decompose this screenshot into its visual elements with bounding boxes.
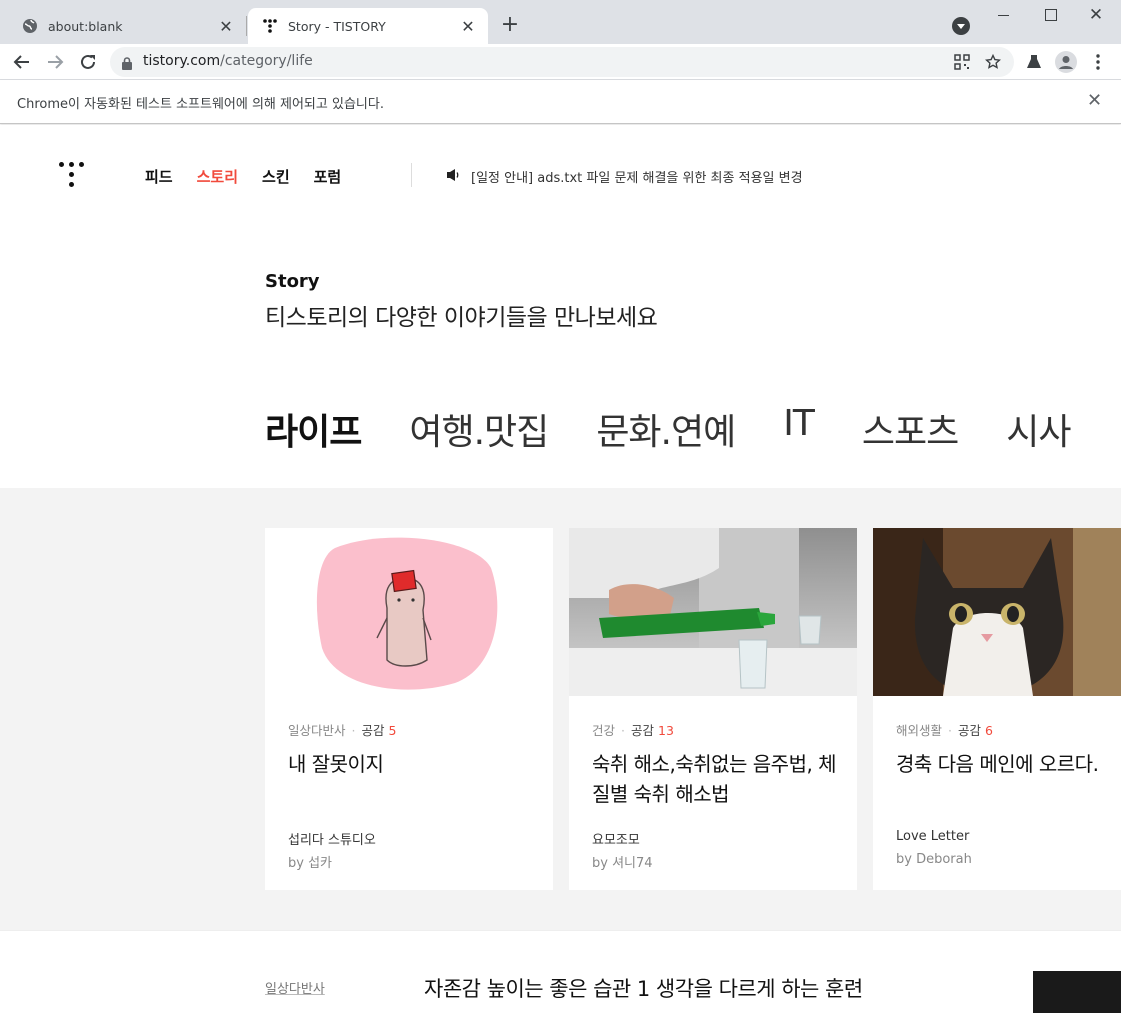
tab-divider (246, 16, 247, 36)
nav-story[interactable]: 스토리 (197, 166, 238, 187)
nav-divider (411, 163, 412, 187)
notice-link[interactable]: [일정 안내] ads.txt 파일 문제 해결을 위한 최종 적용일 변경 (446, 167, 803, 186)
page-content: 피드 스토리 스킨 포럼 [일정 안내] ads.txt 파일 문제 해결을 위… (0, 125, 1121, 1013)
infobar-message: Chrome이 자동화된 테스트 소프트웨어에 의해 제어되고 있습니다. (17, 97, 384, 112)
url-host: tistory.com (143, 53, 221, 69)
card-thumbnail (569, 528, 857, 696)
featured-section: 일상다반사 · 공감 5 내 잘못이지 섭리다 스튜디오 by 섭카 건강 · … (0, 488, 1121, 930)
forward-button[interactable] (43, 50, 67, 74)
category-tab-it[interactable]: IT (783, 403, 815, 455)
card-blog-name[interactable]: 요모조모 (592, 829, 640, 848)
new-tab-button[interactable]: + (498, 14, 522, 38)
close-tab-icon[interactable]: ✕ (218, 17, 234, 36)
card-category[interactable]: 해외생활 (896, 723, 942, 738)
tistory-logo[interactable] (59, 162, 89, 192)
card-thumbnail (265, 528, 553, 696)
tab-search-icon[interactable] (952, 17, 970, 35)
card-author: by Deborah (896, 852, 972, 867)
close-tab-icon[interactable]: ✕ (460, 17, 476, 36)
nav-forum[interactable]: 포럼 (314, 166, 342, 187)
card-title[interactable]: 내 잘못이지 (288, 749, 533, 779)
browser-tabstrip: about:blank ✕ Story - TISTORY ✕ + ✕ (0, 0, 1121, 44)
list-category[interactable]: 일상다반사 (265, 978, 325, 997)
list-item[interactable]: 일상다반사 자존감 높이는 좋은 습관 1 생각을 다르게 하는 훈련 (0, 930, 1121, 1013)
tab-title: about:blank (48, 18, 123, 34)
notice-text: [일정 안내] ads.txt 파일 문제 해결을 위한 최종 적용일 변경 (471, 171, 803, 186)
speaker-icon (446, 168, 461, 186)
category-tab-news[interactable]: 시사 (1006, 403, 1071, 455)
qr-code-icon[interactable] (953, 53, 971, 71)
card-thumbnail (873, 528, 1121, 696)
automation-infobar: Chrome이 자동화된 테스트 소프트웨어에 의해 제어되고 있습니다. ✕ (0, 80, 1121, 124)
card-title[interactable]: 경축 다음 메인에 오르다. (896, 749, 1121, 779)
minimize-button[interactable] (992, 4, 1016, 26)
nav-skin[interactable]: 스킨 (262, 166, 290, 187)
likes-label: 공감 (631, 723, 655, 738)
nav-feed[interactable]: 피드 (145, 166, 173, 187)
card-title[interactable]: 숙취 해소,숙취없는 음주법, 체질별 숙취 해소법 (592, 749, 837, 809)
browser-toolbar: tistory.com/category/life (0, 44, 1121, 80)
address-bar[interactable]: tistory.com/category/life (110, 47, 1014, 77)
category-tab-sports[interactable]: 스포츠 (862, 403, 959, 455)
likes-count: 13 (658, 723, 674, 738)
likes-label: 공감 (958, 723, 982, 738)
browser-tab-story[interactable]: Story - TISTORY ✕ (248, 8, 488, 44)
story-card[interactable]: 건강 · 공감 13 숙취 해소,숙취없는 음주법, 체질별 숙취 해소법 요모조모 … (569, 528, 857, 890)
reload-icon (81, 54, 95, 69)
card-category[interactable]: 건강 (592, 723, 615, 738)
category-tab-life[interactable]: 라이프 (265, 403, 362, 455)
globe-icon (22, 18, 38, 34)
global-nav: 피드 스토리 스킨 포럼 (145, 166, 365, 187)
arrow-right-icon (48, 55, 64, 69)
likes-count: 5 (388, 723, 397, 738)
story-label: Story (265, 271, 320, 292)
story-subtitle: 티스토리의 다양한 이야기들을 만나보세요 (265, 305, 658, 331)
tab-title: Story - TISTORY (288, 18, 386, 34)
likes-label: 공감 (361, 723, 385, 738)
story-header: Story 티스토리의 다양한 이야기들을 만나보세요 (265, 271, 658, 332)
story-card[interactable]: 해외생활 · 공감 6 경축 다음 메인에 오르다. Love Letter by D… (873, 528, 1121, 890)
card-author: by 섭카 (288, 856, 332, 871)
browser-tab-blank[interactable]: about:blank ✕ (8, 8, 246, 44)
maximize-button[interactable] (1039, 4, 1063, 26)
card-meta: 해외생활 · 공감 6 (896, 723, 993, 738)
profile-avatar-icon[interactable] (1054, 50, 1078, 74)
card-meta: 건강 · 공감 13 (592, 723, 674, 738)
card-blog-name[interactable]: 섭리다 스튜디오 (288, 829, 376, 848)
reload-button[interactable] (76, 50, 100, 74)
story-card[interactable]: 일상다반사 · 공감 5 내 잘못이지 섭리다 스튜디오 by 섭카 (265, 528, 553, 890)
star-icon[interactable] (984, 53, 1002, 71)
card-blog-name[interactable]: Love Letter (896, 829, 969, 844)
more-menu-icon[interactable] (1086, 50, 1110, 74)
list-thumbnail (1033, 971, 1121, 1013)
url-text: tistory.com/category/life (143, 53, 313, 69)
card-meta: 일상다반사 · 공감 5 (288, 723, 397, 738)
url-path: /category/life (220, 53, 313, 69)
back-button[interactable] (10, 50, 34, 74)
category-tab-culture[interactable]: 문화.연예 (596, 403, 736, 455)
card-author: by 셔니74 (592, 856, 653, 871)
close-infobar-icon[interactable]: ✕ (1087, 90, 1102, 111)
tistory-favicon (262, 18, 278, 34)
arrow-left-icon (13, 55, 29, 69)
card-category[interactable]: 일상다반사 (288, 723, 346, 738)
category-tabs: 라이프 여행.맛집 문화.연예 IT 스포츠 시사 (265, 403, 1071, 455)
category-tab-travel[interactable]: 여행.맛집 (409, 403, 549, 455)
likes-count: 6 (985, 723, 993, 738)
lock-icon (122, 55, 132, 74)
list-title[interactable]: 자존감 높이는 좋은 습관 1 생각을 다르게 하는 훈련 (424, 973, 863, 1003)
labs-flask-icon[interactable] (1022, 50, 1046, 74)
window-close-button[interactable]: ✕ (1084, 4, 1108, 26)
